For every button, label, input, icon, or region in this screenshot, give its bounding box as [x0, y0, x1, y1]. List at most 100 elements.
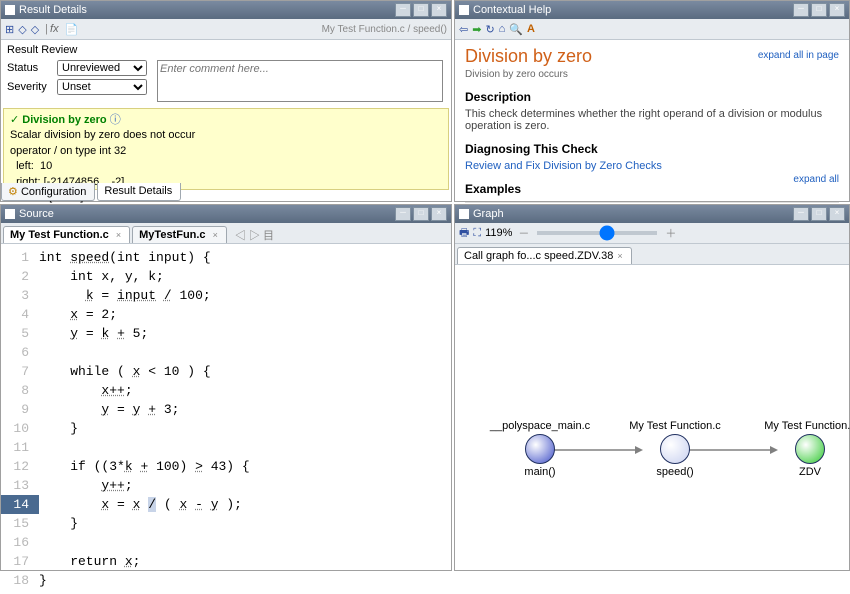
defect-line1: Scalar division by zero does not occur — [10, 128, 442, 143]
line-number: 6 — [1, 343, 39, 362]
code-area[interactable]: 1int speed(int input) {2 int x, y, k;3 k… — [1, 244, 451, 594]
node-file: My Test Function.c — [755, 420, 850, 432]
graph-tab[interactable]: Call graph fo...c speed.ZDV.38× — [457, 247, 632, 264]
close-button[interactable]: × — [829, 3, 845, 17]
fit-icon[interactable]: ⛶ — [473, 227, 481, 240]
info-icon[interactable]: ⓘ — [110, 114, 121, 126]
maximize-button[interactable]: □ — [413, 3, 429, 17]
maximize-button[interactable]: □ — [413, 207, 429, 221]
tab-close-icon[interactable]: × — [617, 251, 622, 261]
panel-icon — [459, 5, 469, 15]
code-line[interactable]: 16 — [1, 533, 451, 552]
minimize-button[interactable]: － — [793, 3, 809, 17]
minimize-button[interactable]: － — [395, 207, 411, 221]
contextual-help-panel: Contextual Help － □ × ⇦ ➡ ↻ ⌂ 🔍 A expand… — [454, 0, 850, 202]
code-line[interactable]: 2 int x, y, k; — [1, 267, 451, 286]
back-icon[interactable]: ⇦ — [459, 23, 468, 36]
line-number: 18 — [1, 571, 39, 590]
graph-node[interactable]: My Test Function.cspeed() — [620, 420, 730, 478]
source-panel: Source － □ × My Test Function.c ×MyTestF… — [0, 204, 452, 571]
code-line[interactable]: 13 y++; — [1, 476, 451, 495]
line-number: 12 — [1, 457, 39, 476]
line-number: 2 — [1, 267, 39, 286]
help-subtitle: Division by zero occurs — [465, 69, 839, 80]
defect-line2: operator / on type int 32 — [10, 144, 442, 159]
source-titlebar: Source － □ × — [1, 205, 451, 223]
minimize-button[interactable]: － — [395, 3, 411, 17]
defect-detail-box: ✓ Division by zero ⓘ Scalar division by … — [3, 108, 449, 190]
maximize-button[interactable]: □ — [811, 207, 827, 221]
nav-next-icon[interactable]: ◇ — [31, 23, 39, 36]
tab-result-details[interactable]: Result Details — [97, 183, 181, 201]
code-line[interactable]: 3 k = input / 100; — [1, 286, 451, 305]
result-review-header: Result Review — [7, 44, 445, 56]
tab-close-icon[interactable]: × — [116, 230, 121, 240]
graph-panel: Graph － □ × 🖶 ⛶ 119% － ＋ Call graph fo..… — [454, 204, 850, 571]
node-function: ZDV — [755, 466, 850, 478]
graph-node[interactable]: __polyspace_main.cmain() — [485, 420, 595, 478]
fx-label: fx — [50, 23, 59, 35]
zoom-out-button[interactable]: － — [518, 225, 529, 241]
node-circle-icon — [660, 434, 690, 464]
source-file-tab[interactable]: My Test Function.c × — [3, 226, 130, 243]
comment-textarea[interactable] — [157, 60, 443, 102]
print-icon[interactable]: 🖶 — [459, 224, 469, 243]
expand-all-link[interactable]: expand all in page — [758, 50, 839, 61]
breadcrumb: My Test Function.c / speed() — [322, 24, 447, 35]
graph-title: Graph — [473, 205, 504, 223]
code-line[interactable]: 12 if ((3*k + 100) > 43) { — [1, 457, 451, 476]
expand-all-examples-link[interactable]: expand all — [793, 174, 839, 185]
code-line[interactable]: 17 return x; — [1, 552, 451, 571]
nav-prev-icon[interactable]: ◇ — [18, 23, 26, 36]
line-number: 5 — [1, 324, 39, 343]
code-line[interactable]: 11 — [1, 438, 451, 457]
code-line[interactable]: 14 x = x / ( x - y ); — [1, 495, 451, 514]
graph-canvas[interactable]: __polyspace_main.cmain() My Test Function… — [455, 265, 849, 565]
close-button[interactable]: × — [829, 207, 845, 221]
severity-label: Severity — [7, 81, 57, 93]
code-line[interactable]: 10 } — [1, 419, 451, 438]
font-icon[interactable]: A — [527, 23, 535, 35]
tab-configuration[interactable]: ⚙ Configuration — [1, 183, 95, 201]
code-line[interactable]: 7 while ( x < 10 ) { — [1, 362, 451, 381]
code-line[interactable]: 4 x = 2; — [1, 305, 451, 324]
code-line[interactable]: 9 y = y + 3; — [1, 400, 451, 419]
tab-nav[interactable]: ◁ ▷ 目 — [229, 227, 280, 243]
examples-heading: Examples — [465, 182, 839, 196]
close-button[interactable]: × — [431, 3, 447, 17]
code-line[interactable]: 1int speed(int input) { — [1, 248, 451, 267]
code-line[interactable]: 15 } — [1, 514, 451, 533]
refresh-icon[interactable]: ↻ — [485, 23, 494, 36]
node-file: __polyspace_main.c — [485, 420, 595, 432]
node-file: My Test Function.c — [620, 420, 730, 432]
code-line[interactable]: 8 x++; — [1, 381, 451, 400]
source-file-tab[interactable]: MyTestFun.c × — [132, 226, 227, 243]
tree-collapse-icon[interactable]: ⊞ — [5, 23, 14, 36]
tab-close-icon[interactable]: × — [213, 230, 218, 240]
panel-icon — [459, 209, 469, 219]
graph-titlebar: Graph － □ × — [455, 205, 849, 223]
doc-icon[interactable]: 📄 — [65, 23, 79, 36]
find-icon[interactable]: 🔍 — [509, 23, 523, 36]
line-number: 16 — [1, 533, 39, 552]
code-line[interactable]: 5 y = k + 5; — [1, 324, 451, 343]
diagnosing-heading: Diagnosing This Check — [465, 142, 839, 156]
zoom-in-button[interactable]: ＋ — [665, 225, 676, 241]
maximize-button[interactable]: □ — [811, 3, 827, 17]
line-number: 11 — [1, 438, 39, 457]
zoom-slider[interactable] — [537, 231, 657, 235]
diagnosing-link[interactable]: Review and Fix Division by Zero Checks — [465, 160, 662, 172]
severity-select[interactable]: Unset — [57, 79, 147, 95]
panel-icon — [5, 209, 15, 219]
help-title: Contextual Help — [473, 1, 551, 19]
forward-icon[interactable]: ➡ — [472, 23, 481, 36]
code-line[interactable]: 6 — [1, 343, 451, 362]
minimize-button[interactable]: － — [793, 207, 809, 221]
node-circle-icon — [795, 434, 825, 464]
close-button[interactable]: × — [431, 207, 447, 221]
home-icon[interactable]: ⌂ — [499, 23, 506, 35]
code-line[interactable]: 18} — [1, 571, 451, 590]
description-heading: Description — [465, 90, 839, 104]
status-select[interactable]: Unreviewed — [57, 60, 147, 76]
graph-node[interactable]: My Test Function.c ZDV — [755, 420, 850, 478]
